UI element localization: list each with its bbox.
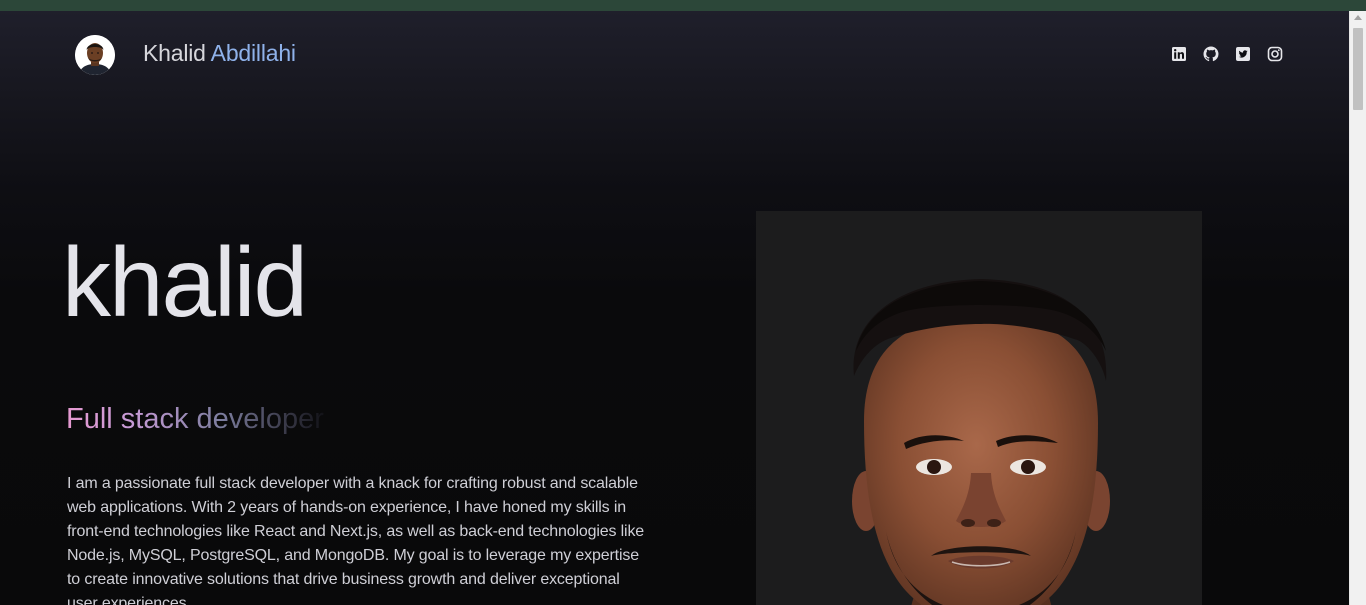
avatar-portrait-icon (75, 35, 115, 75)
instagram-icon (1267, 46, 1283, 62)
brand-name[interactable]: Khalid Abdillahi (143, 40, 296, 67)
linkedin-icon (1172, 47, 1186, 61)
page-viewport: Khalid Abdillahi khalid Full stack devel… (0, 11, 1349, 605)
logo-avatar[interactable] (75, 35, 115, 75)
browser-top-strip (0, 0, 1366, 11)
page-scrollbar[interactable] (1349, 11, 1366, 605)
linkedin-link[interactable] (1171, 46, 1187, 62)
twitter-icon (1236, 47, 1250, 61)
hero-name: khalid (62, 227, 308, 337)
github-link[interactable] (1203, 46, 1219, 62)
instagram-link[interactable] (1267, 46, 1283, 62)
navbar: Khalid Abdillahi (0, 11, 1349, 97)
brand-first-name: Khalid (143, 40, 206, 66)
profile-photo-card (756, 211, 1202, 605)
hero-bio: I am a passionate full stack developer w… (67, 475, 645, 605)
hero-role: Full stack developer (66, 403, 324, 435)
brand-last-name: Abdillahi (210, 40, 296, 66)
scroll-up-arrow-icon[interactable] (1354, 15, 1362, 20)
profile-portrait-icon (756, 211, 1202, 605)
github-icon (1203, 46, 1219, 62)
scroll-thumb[interactable] (1353, 28, 1363, 110)
twitter-link[interactable] (1235, 46, 1251, 62)
